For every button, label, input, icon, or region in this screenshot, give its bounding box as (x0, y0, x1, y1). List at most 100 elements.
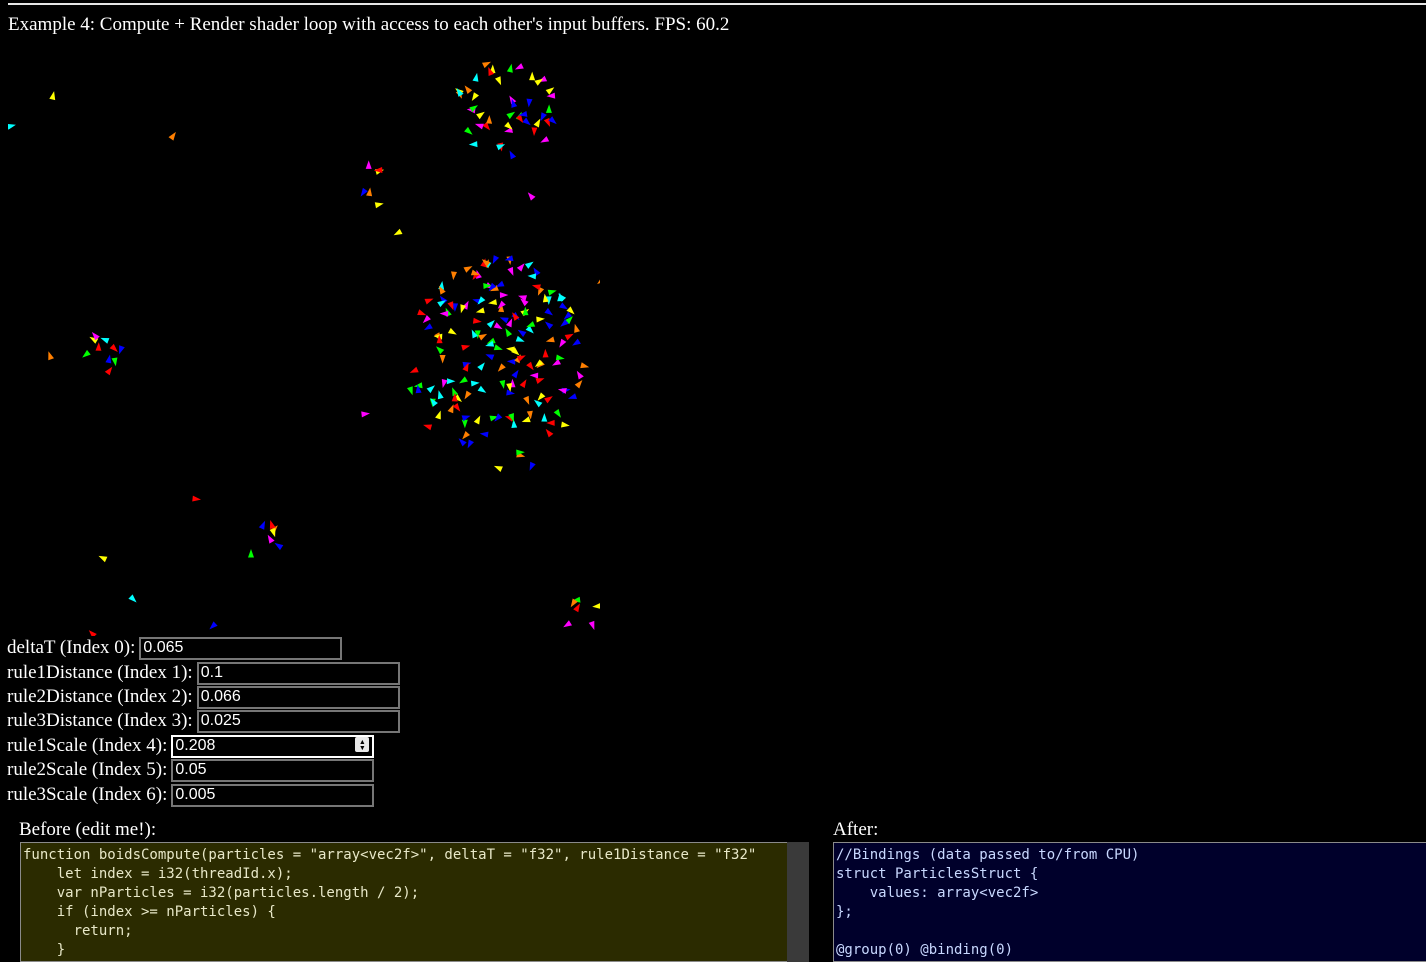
boid-particle (441, 379, 448, 388)
boid-particle (49, 91, 56, 101)
boid-particle (496, 144, 506, 151)
boid-particle (534, 78, 544, 86)
boid-particle (473, 415, 481, 425)
boid-particle (479, 431, 489, 438)
boid-particle (463, 266, 473, 273)
param-label: rule1Scale (Index 4): (7, 735, 168, 756)
rule1Distance-input[interactable] (196, 661, 400, 685)
rule1Scale-input[interactable] (170, 733, 376, 759)
boid-particle (48, 351, 54, 361)
boid-particle (514, 63, 524, 70)
boid-particle (523, 395, 530, 405)
deltaT-input[interactable] (139, 636, 343, 660)
boid-particle (529, 71, 536, 81)
param-row-rule1Distance: rule1Distance (Index 1): (7, 661, 400, 685)
boid-particle (531, 127, 538, 136)
spinner-icon[interactable]: ▲ ▼ (355, 737, 370, 753)
boid-particle (458, 438, 467, 447)
boid-particle (437, 300, 446, 308)
boid-particle (407, 386, 413, 396)
boid-particle (393, 228, 403, 236)
boid-particle (506, 346, 515, 353)
boid-particle (258, 520, 266, 530)
rule2Scale-input[interactable] (171, 758, 375, 782)
boid-particle (580, 362, 590, 369)
boid-particle (526, 361, 534, 371)
top-divider (8, 3, 1426, 5)
boid-particle (545, 336, 555, 343)
boid-particle (524, 261, 534, 269)
boid-particle (504, 255, 514, 262)
boid-particle (493, 465, 503, 472)
boid-particle (572, 338, 581, 346)
boid-particle (505, 328, 513, 337)
param-label: rule3Scale (Index 6): (7, 784, 168, 805)
param-label: deltaT (Index 0): (7, 637, 136, 658)
boid-particle (475, 307, 485, 314)
boid-particle (545, 428, 554, 438)
boid-particle (462, 431, 470, 440)
boid-particle (417, 309, 427, 316)
boid-particle (459, 376, 468, 384)
param-row-rule3Distance: rule3Distance (Index 3): (7, 709, 400, 733)
rule3Scale-input[interactable] (171, 783, 375, 807)
boid-particle (168, 131, 176, 141)
before-scrollbar[interactable] (787, 842, 809, 962)
boid-particle (248, 549, 254, 558)
boid-particle (8, 124, 16, 130)
boid-particle (446, 378, 456, 385)
boid-particle (515, 335, 525, 342)
after-code-view: //Bindings (data passed to/from CPU) str… (833, 842, 1426, 962)
boid-particle (561, 421, 570, 428)
boid-particle (597, 279, 600, 285)
boid-particle (506, 111, 516, 120)
boid-particle (451, 271, 457, 281)
boid-particle (104, 366, 113, 376)
param-row-rule1Scale: rule1Scale (Index 4): ▲▼ (7, 733, 376, 759)
boid-particle (576, 370, 584, 380)
boid-particle (485, 354, 495, 361)
boid-particle (493, 344, 503, 351)
boid-particle (526, 321, 536, 328)
boid-particle (119, 345, 125, 355)
boid-particle (482, 61, 491, 69)
boid-particle (553, 409, 561, 418)
boids-canvas[interactable] (8, 36, 600, 636)
boid-particle (516, 263, 525, 272)
boid-particle (424, 298, 434, 305)
boid-particle (267, 534, 275, 544)
boid-particle (504, 121, 513, 130)
boid-particle (461, 344, 471, 351)
boid-particle (564, 333, 574, 341)
boid-particle (100, 337, 110, 344)
boid-particle (574, 323, 580, 333)
boid-particle (559, 338, 567, 348)
boid-particle (540, 136, 550, 143)
boid-particle (527, 192, 536, 201)
boid-particle (509, 150, 517, 160)
boid-particle (563, 620, 572, 628)
boid-particle (536, 316, 545, 323)
boid-particle (467, 439, 474, 449)
rule3Distance-input[interactable] (196, 709, 400, 733)
boid-particle (109, 343, 118, 352)
boid-particle (128, 594, 137, 603)
boid-particle (547, 289, 557, 296)
boid-particle (274, 542, 284, 551)
boid-particle (493, 322, 503, 330)
boid-particle (436, 346, 445, 355)
boid-particle (95, 342, 102, 351)
param-row-rule2Scale: rule2Scale (Index 5): (7, 758, 375, 782)
boid-particle (544, 321, 554, 330)
boid-particle (409, 366, 419, 373)
before-code-editor[interactable]: function boidsCompute(particles = "array… (20, 842, 809, 962)
boid-particle (499, 317, 509, 324)
boid-particle (471, 92, 479, 101)
boid-particle (521, 416, 531, 423)
rule2Distance-input[interactable] (196, 685, 400, 709)
boid-particle (486, 320, 495, 329)
boid-particle (111, 357, 118, 367)
boid-particle (437, 390, 444, 400)
boid-particle (366, 187, 373, 197)
boid-particle (546, 92, 556, 99)
